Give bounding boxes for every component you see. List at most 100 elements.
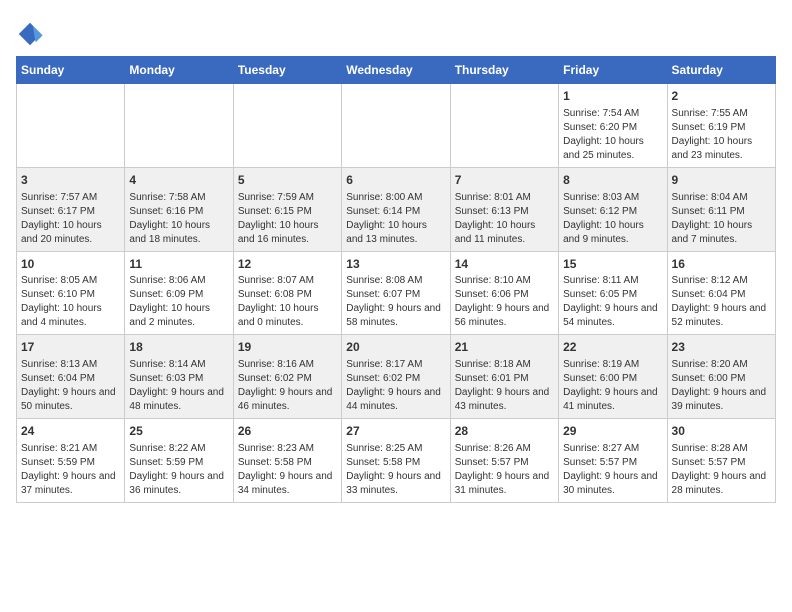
calendar-cell: 4 Sunrise: 7:58 AM Sunset: 6:16 PM Daylig… (125, 167, 233, 251)
calendar-cell: 14Sunrise: 8:10 AM Sunset: 6:06 PM Dayli… (450, 251, 558, 335)
day-info: Sunrise: 7:55 AM Sunset: 6:19 PM Dayligh… (672, 107, 771, 163)
calendar-cell: 17 Sunrise: 8:13 AM Sunset: 6:04 PM Dayli… (17, 335, 125, 419)
day-info: Sunrise: 8:08 AM Sunset: 6:07 PM Dayligh… (346, 274, 445, 330)
calendar-cell: 30 Sunrise: 8:28 AM Sunset: 5:57 PM Dayli… (667, 419, 775, 503)
day-info: Sunrise: 8:18 AM Sunset: 6:01 PM Dayligh… (455, 358, 554, 414)
calendar-cell: 3Sunrise: 7:57 AM Sunset: 6:17 PM Daylig… (17, 167, 125, 251)
day-info: Sunrise: 8:10 AM Sunset: 6:06 PM Dayligh… (455, 274, 554, 330)
day-number: 17 (21, 339, 120, 356)
calendar-table: SundayMondayTuesdayWednesdayThursdayFrid… (16, 56, 776, 503)
weekday-header-friday: Friday (559, 57, 667, 84)
day-info: Sunrise: 8:19 AM Sunset: 6:00 PM Dayligh… (563, 358, 662, 414)
day-info: Sunrise: 8:03 AM Sunset: 6:12 PM Dayligh… (563, 191, 662, 247)
day-info: Sunrise: 8:14 AM Sunset: 6:03 PM Dayligh… (129, 358, 228, 414)
calendar-cell: 9 Sunrise: 8:04 AM Sunset: 6:11 PM Daylig… (667, 167, 775, 251)
calendar-cell (17, 84, 125, 168)
day-number: 11 (129, 256, 228, 273)
day-info: Sunrise: 7:59 AM Sunset: 6:15 PM Dayligh… (238, 191, 337, 247)
header (16, 16, 776, 48)
day-info: Sunrise: 8:12 AM Sunset: 6:04 PM Dayligh… (672, 274, 771, 330)
day-number: 6 (346, 172, 445, 189)
calendar-cell: 16Sunrise: 8:12 AM Sunset: 6:04 PM Dayli… (667, 251, 775, 335)
day-number: 21 (455, 339, 554, 356)
calendar-cell: 7 Sunrise: 8:01 AM Sunset: 6:13 PM Daylig… (450, 167, 558, 251)
calendar-cell: 27 Sunrise: 8:25 AM Sunset: 5:58 PM Dayli… (342, 419, 450, 503)
calendar-week-row: 24 Sunrise: 8:21 AM Sunset: 5:59 PM Dayli… (17, 419, 776, 503)
calendar-cell: 28 Sunrise: 8:26 AM Sunset: 5:57 PM Dayli… (450, 419, 558, 503)
weekday-header-sunday: Sunday (17, 57, 125, 84)
calendar-cell: 11Sunrise: 8:06 AM Sunset: 6:09 PM Dayli… (125, 251, 233, 335)
day-number: 20 (346, 339, 445, 356)
day-number: 16 (672, 256, 771, 273)
calendar-cell: 6 Sunrise: 8:00 AM Sunset: 6:14 PM Daylig… (342, 167, 450, 251)
calendar-cell: 13Sunrise: 8:08 AM Sunset: 6:07 PM Dayli… (342, 251, 450, 335)
calendar-cell: 1 Sunrise: 7:54 AM Sunset: 6:20 PM Daylig… (559, 84, 667, 168)
day-number: 7 (455, 172, 554, 189)
calendar-cell (342, 84, 450, 168)
day-number: 4 (129, 172, 228, 189)
calendar-cell: 20 Sunrise: 8:17 AM Sunset: 6:02 PM Dayli… (342, 335, 450, 419)
day-number: 23 (672, 339, 771, 356)
day-number: 27 (346, 423, 445, 440)
day-info: Sunrise: 8:17 AM Sunset: 6:02 PM Dayligh… (346, 358, 445, 414)
weekday-header-tuesday: Tuesday (233, 57, 341, 84)
day-number: 2 (672, 88, 771, 105)
day-info: Sunrise: 8:26 AM Sunset: 5:57 PM Dayligh… (455, 442, 554, 498)
day-info: Sunrise: 8:13 AM Sunset: 6:04 PM Dayligh… (21, 358, 120, 414)
calendar-week-row: 10Sunrise: 8:05 AM Sunset: 6:10 PM Dayli… (17, 251, 776, 335)
calendar-cell: 21 Sunrise: 8:18 AM Sunset: 6:01 PM Dayli… (450, 335, 558, 419)
weekday-header-row: SundayMondayTuesdayWednesdayThursdayFrid… (17, 57, 776, 84)
calendar-cell: 15Sunrise: 8:11 AM Sunset: 6:05 PM Dayli… (559, 251, 667, 335)
day-info: Sunrise: 7:58 AM Sunset: 6:16 PM Dayligh… (129, 191, 228, 247)
calendar-week-row: 17 Sunrise: 8:13 AM Sunset: 6:04 PM Dayli… (17, 335, 776, 419)
weekday-header-monday: Monday (125, 57, 233, 84)
day-number: 24 (21, 423, 120, 440)
calendar-cell: 23 Sunrise: 8:20 AM Sunset: 6:00 PM Dayli… (667, 335, 775, 419)
day-info: Sunrise: 8:04 AM Sunset: 6:11 PM Dayligh… (672, 191, 771, 247)
calendar-week-row: 1 Sunrise: 7:54 AM Sunset: 6:20 PM Daylig… (17, 84, 776, 168)
calendar-cell: 22 Sunrise: 8:19 AM Sunset: 6:00 PM Dayli… (559, 335, 667, 419)
calendar-cell: 26Sunrise: 8:23 AM Sunset: 5:58 PM Dayli… (233, 419, 341, 503)
day-number: 28 (455, 423, 554, 440)
logo-icon (16, 20, 44, 48)
logo (16, 20, 48, 48)
day-info: Sunrise: 8:22 AM Sunset: 5:59 PM Dayligh… (129, 442, 228, 498)
day-number: 13 (346, 256, 445, 273)
day-number: 5 (238, 172, 337, 189)
calendar-cell (125, 84, 233, 168)
day-info: Sunrise: 8:25 AM Sunset: 5:58 PM Dayligh… (346, 442, 445, 498)
day-info: Sunrise: 8:16 AM Sunset: 6:02 PM Dayligh… (238, 358, 337, 414)
day-info: Sunrise: 8:06 AM Sunset: 6:09 PM Dayligh… (129, 274, 228, 330)
calendar-cell: 10Sunrise: 8:05 AM Sunset: 6:10 PM Dayli… (17, 251, 125, 335)
calendar-cell: 2 Sunrise: 7:55 AM Sunset: 6:19 PM Daylig… (667, 84, 775, 168)
day-number: 1 (563, 88, 662, 105)
day-info: Sunrise: 7:54 AM Sunset: 6:20 PM Dayligh… (563, 107, 662, 163)
day-number: 14 (455, 256, 554, 273)
calendar-cell: 25 Sunrise: 8:22 AM Sunset: 5:59 PM Dayli… (125, 419, 233, 503)
day-info: Sunrise: 8:00 AM Sunset: 6:14 PM Dayligh… (346, 191, 445, 247)
day-info: Sunrise: 8:27 AM Sunset: 5:57 PM Dayligh… (563, 442, 662, 498)
calendar-cell (450, 84, 558, 168)
day-number: 25 (129, 423, 228, 440)
day-number: 22 (563, 339, 662, 356)
day-number: 18 (129, 339, 228, 356)
day-info: Sunrise: 7:57 AM Sunset: 6:17 PM Dayligh… (21, 191, 120, 247)
day-info: Sunrise: 8:11 AM Sunset: 6:05 PM Dayligh… (563, 274, 662, 330)
day-number: 19 (238, 339, 337, 356)
day-number: 29 (563, 423, 662, 440)
day-info: Sunrise: 8:28 AM Sunset: 5:57 PM Dayligh… (672, 442, 771, 498)
weekday-header-wednesday: Wednesday (342, 57, 450, 84)
day-info: Sunrise: 8:07 AM Sunset: 6:08 PM Dayligh… (238, 274, 337, 330)
day-info: Sunrise: 8:23 AM Sunset: 5:58 PM Dayligh… (238, 442, 337, 498)
day-info: Sunrise: 8:01 AM Sunset: 6:13 PM Dayligh… (455, 191, 554, 247)
calendar-cell: 29 Sunrise: 8:27 AM Sunset: 5:57 PM Dayli… (559, 419, 667, 503)
day-number: 15 (563, 256, 662, 273)
calendar-cell: 8Sunrise: 8:03 AM Sunset: 6:12 PM Daylig… (559, 167, 667, 251)
calendar-cell: 18 Sunrise: 8:14 AM Sunset: 6:03 PM Dayli… (125, 335, 233, 419)
day-number: 10 (21, 256, 120, 273)
calendar-cell: 24 Sunrise: 8:21 AM Sunset: 5:59 PM Dayli… (17, 419, 125, 503)
day-info: Sunrise: 8:21 AM Sunset: 5:59 PM Dayligh… (21, 442, 120, 498)
day-info: Sunrise: 8:20 AM Sunset: 6:00 PM Dayligh… (672, 358, 771, 414)
day-number: 30 (672, 423, 771, 440)
day-number: 9 (672, 172, 771, 189)
